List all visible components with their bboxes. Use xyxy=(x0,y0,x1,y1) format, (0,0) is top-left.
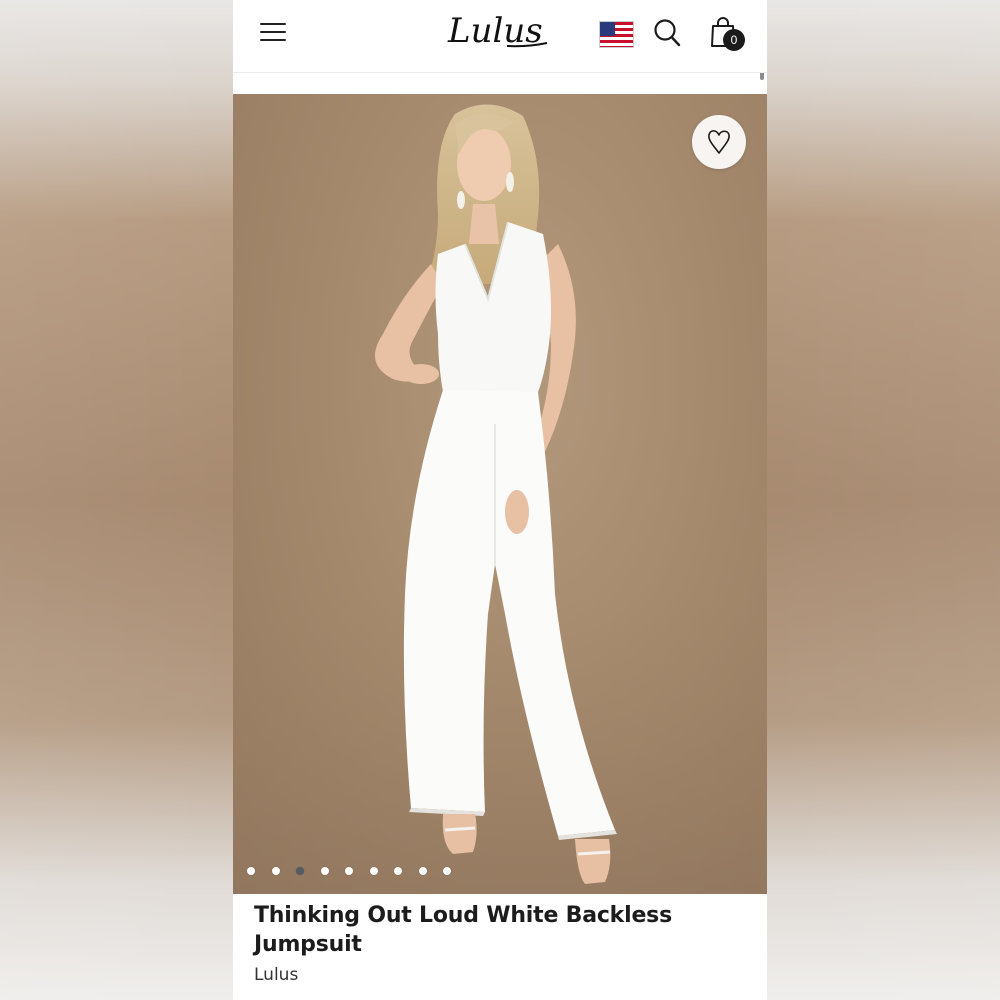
carousel-dot[interactable] xyxy=(418,867,427,875)
search-icon[interactable] xyxy=(653,18,681,48)
heart-icon xyxy=(708,130,730,154)
cart-count-badge[interactable]: 0 xyxy=(723,29,745,51)
carousel-dot[interactable] xyxy=(271,867,280,875)
product-photo xyxy=(233,104,767,894)
blurred-backdrop-right xyxy=(767,0,1000,1000)
carousel-dot[interactable] xyxy=(296,867,304,875)
carousel-dot[interactable] xyxy=(247,867,255,875)
blurred-backdrop-left xyxy=(0,0,233,1000)
wishlist-button[interactable] xyxy=(692,115,746,169)
carousel-dot[interactable] xyxy=(443,867,451,875)
product-brand-link[interactable]: Lulus xyxy=(254,965,298,985)
mobile-page: Lulus 0 Thinking Out Loud White Backless… xyxy=(233,0,767,1000)
carousel-dot[interactable] xyxy=(369,867,378,875)
product-title: Thinking Out Loud White Backless Jumpsui… xyxy=(254,903,672,957)
lulus-logo[interactable]: Lulus xyxy=(443,6,553,56)
carousel-dot[interactable] xyxy=(320,867,329,875)
carousel-dot[interactable] xyxy=(345,867,353,875)
carousel-dot[interactable] xyxy=(394,867,402,875)
us-flag-icon[interactable] xyxy=(599,21,634,48)
site-header: Lulus 0 xyxy=(233,0,767,73)
menu-icon[interactable] xyxy=(260,21,288,43)
product-image-carousel[interactable] xyxy=(233,94,767,894)
